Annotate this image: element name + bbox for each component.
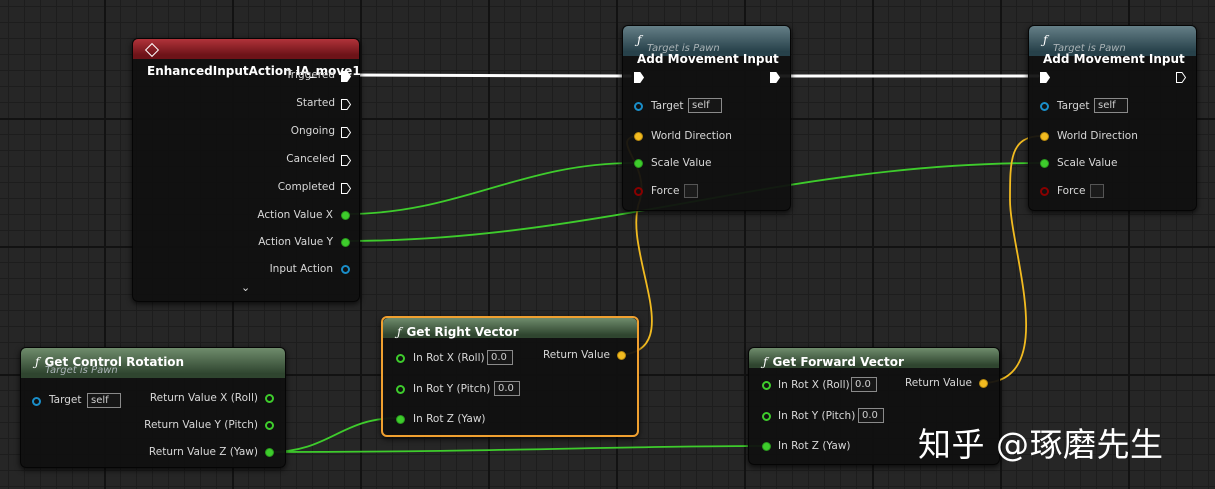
return-z-label: Return Value Z (Yaw) bbox=[148, 446, 258, 458]
add-movement-2-subtitle: Target is Pawn bbox=[1053, 43, 1126, 54]
return-y-pin[interactable] bbox=[265, 421, 274, 430]
forward-return-label: Return Value bbox=[904, 377, 972, 389]
exec-pin-ongoing[interactable] bbox=[341, 127, 351, 138]
exec-out-pin-2[interactable] bbox=[1176, 72, 1186, 83]
force-checkbox-2[interactable] bbox=[1090, 184, 1104, 198]
exec-pin-completed[interactable] bbox=[341, 183, 351, 194]
get-control-rotation-subtitle: Target is Pawn bbox=[45, 365, 118, 376]
target-field-2[interactable]: self bbox=[1094, 98, 1128, 113]
scale-value-label-2: Scale Value bbox=[1057, 157, 1118, 169]
function-f-icon: ƒ bbox=[35, 355, 40, 369]
add-movement-1-header[interactable]: ƒ Add Movement Input Target is Pawn bbox=[623, 26, 790, 66]
forward-in-x-pin[interactable] bbox=[762, 381, 771, 390]
event-node-ia-move1[interactable]: EnhancedInputAction IA_move1 Triggered S… bbox=[132, 38, 361, 302]
world-direction-label-1: World Direction bbox=[651, 130, 732, 142]
add-movement-input-node-1[interactable]: ƒ Add Movement Input Target is Pawn Targe… bbox=[622, 25, 791, 211]
add-movement-input-node-2[interactable]: ƒ Add Movement Input Target is Pawn Targe… bbox=[1028, 25, 1197, 211]
get-right-vector-node[interactable]: ƒ Get Right Vector In Rot X (Roll) 0.0 In… bbox=[381, 316, 639, 437]
pin-label-ongoing: Ongoing bbox=[290, 125, 335, 137]
pin-label-canceled: Canceled bbox=[286, 153, 335, 165]
event-diamond-icon bbox=[144, 42, 160, 58]
force-label-2: Force bbox=[1057, 185, 1086, 197]
get-control-rotation-header[interactable]: ƒ Get Control Rotation Target is Pawn bbox=[21, 348, 285, 378]
float-wire-yaw-forward bbox=[269, 445, 763, 453]
right-in-y-field[interactable]: 0.0 bbox=[494, 381, 520, 396]
right-in-y-label: In Rot Y (Pitch) bbox=[413, 383, 491, 395]
forward-in-y-field[interactable]: 0.0 bbox=[858, 408, 884, 423]
exec-pin-triggered[interactable] bbox=[341, 71, 351, 82]
right-in-y-pin[interactable] bbox=[396, 385, 405, 394]
right-in-z-pin[interactable] bbox=[396, 415, 405, 424]
exec-pin-canceled[interactable] bbox=[341, 155, 351, 166]
return-x-pin[interactable] bbox=[265, 394, 274, 403]
exec-out-pin-1[interactable] bbox=[770, 72, 780, 83]
pin-label-started: Started bbox=[296, 97, 335, 109]
object-pin-input-action[interactable] bbox=[341, 265, 350, 274]
function-f-icon: ƒ bbox=[1043, 33, 1048, 47]
right-return-label: Return Value bbox=[542, 349, 610, 361]
exec-wire-triggered bbox=[348, 73, 632, 78]
world-direction-pin-2[interactable] bbox=[1040, 132, 1049, 141]
get-forward-vector-title: Get Forward Vector bbox=[772, 355, 904, 369]
target-pin-1[interactable] bbox=[634, 102, 643, 111]
return-x-label: Return Value X (Roll) bbox=[149, 392, 258, 404]
force-pin-1[interactable] bbox=[634, 187, 643, 196]
world-direction-pin-1[interactable] bbox=[634, 132, 643, 141]
forward-return-pin[interactable] bbox=[979, 379, 988, 388]
chevron-down-icon[interactable]: ⌄ bbox=[241, 281, 250, 294]
float-pin-action-value-y[interactable] bbox=[341, 238, 350, 247]
get-forward-vector-header[interactable]: ƒ Get Forward Vector bbox=[749, 348, 999, 369]
target-field-rotation[interactable]: self bbox=[87, 393, 121, 408]
right-in-x-field[interactable]: 0.0 bbox=[487, 350, 513, 365]
forward-in-z-pin[interactable] bbox=[762, 442, 771, 451]
add-movement-1-subtitle: Target is Pawn bbox=[647, 43, 720, 54]
target-pin-rotation[interactable] bbox=[32, 397, 41, 406]
function-f-icon: ƒ bbox=[397, 325, 402, 339]
add-movement-1-title: Add Movement Input bbox=[637, 52, 779, 66]
watermark-text: 知乎 @琢磨先生 bbox=[918, 425, 1164, 464]
float-pin-action-value-x[interactable] bbox=[341, 211, 350, 220]
get-right-vector-header[interactable]: ƒ Get Right Vector bbox=[383, 318, 637, 339]
get-control-rotation-node[interactable]: ƒ Get Control Rotation Target is Pawn Tar… bbox=[20, 347, 286, 468]
function-f-icon: ƒ bbox=[763, 355, 768, 369]
target-label-2: Target bbox=[1057, 100, 1090, 112]
float-wire-yaw-right bbox=[269, 417, 399, 453]
pin-label-action-value-x: Action Value X bbox=[257, 209, 333, 221]
return-y-label: Return Value Y (Pitch) bbox=[144, 419, 258, 431]
right-return-pin[interactable] bbox=[617, 351, 626, 360]
forward-in-y-pin[interactable] bbox=[762, 412, 771, 421]
forward-in-x-label: In Rot X (Roll) bbox=[778, 379, 850, 391]
scale-value-pin-2[interactable] bbox=[1040, 159, 1049, 168]
pin-label-action-value-y: Action Value Y bbox=[258, 236, 333, 248]
pin-label-completed: Completed bbox=[277, 181, 335, 193]
event-node-header[interactable]: EnhancedInputAction IA_move1 bbox=[133, 39, 361, 78]
force-pin-2[interactable] bbox=[1040, 187, 1049, 196]
float-wire-action-x bbox=[345, 162, 635, 215]
right-in-x-label: In Rot X (Roll) bbox=[413, 352, 485, 364]
add-movement-2-header[interactable]: ƒ Add Movement Input Target is Pawn bbox=[1029, 26, 1196, 66]
right-in-x-pin[interactable] bbox=[396, 354, 405, 363]
scale-value-label-1: Scale Value bbox=[651, 157, 712, 169]
right-in-z-label: In Rot Z (Yaw) bbox=[413, 413, 486, 425]
pin-label-triggered: Triggered bbox=[285, 69, 335, 81]
force-checkbox-1[interactable] bbox=[684, 184, 698, 198]
exec-in-pin-2[interactable] bbox=[1040, 72, 1050, 83]
world-direction-label-2: World Direction bbox=[1057, 130, 1138, 142]
target-pin-2[interactable] bbox=[1040, 102, 1049, 111]
scale-value-pin-1[interactable] bbox=[634, 159, 643, 168]
forward-in-y-label: In Rot Y (Pitch) bbox=[778, 410, 856, 422]
target-label-rotation: Target bbox=[49, 394, 82, 406]
target-label-1: Target bbox=[651, 100, 684, 112]
add-movement-2-title: Add Movement Input bbox=[1043, 52, 1185, 66]
get-right-vector-title: Get Right Vector bbox=[406, 325, 519, 339]
return-z-pin[interactable] bbox=[265, 448, 274, 457]
target-field-1[interactable]: self bbox=[688, 98, 722, 113]
forward-in-x-field[interactable]: 0.0 bbox=[851, 377, 877, 392]
exec-pin-started[interactable] bbox=[341, 99, 351, 110]
exec-in-pin-1[interactable] bbox=[634, 72, 644, 83]
force-label-1: Force bbox=[651, 185, 680, 197]
function-f-icon: ƒ bbox=[637, 33, 642, 47]
forward-in-z-label: In Rot Z (Yaw) bbox=[778, 440, 851, 452]
pin-label-input-action: Input Action bbox=[269, 263, 333, 275]
